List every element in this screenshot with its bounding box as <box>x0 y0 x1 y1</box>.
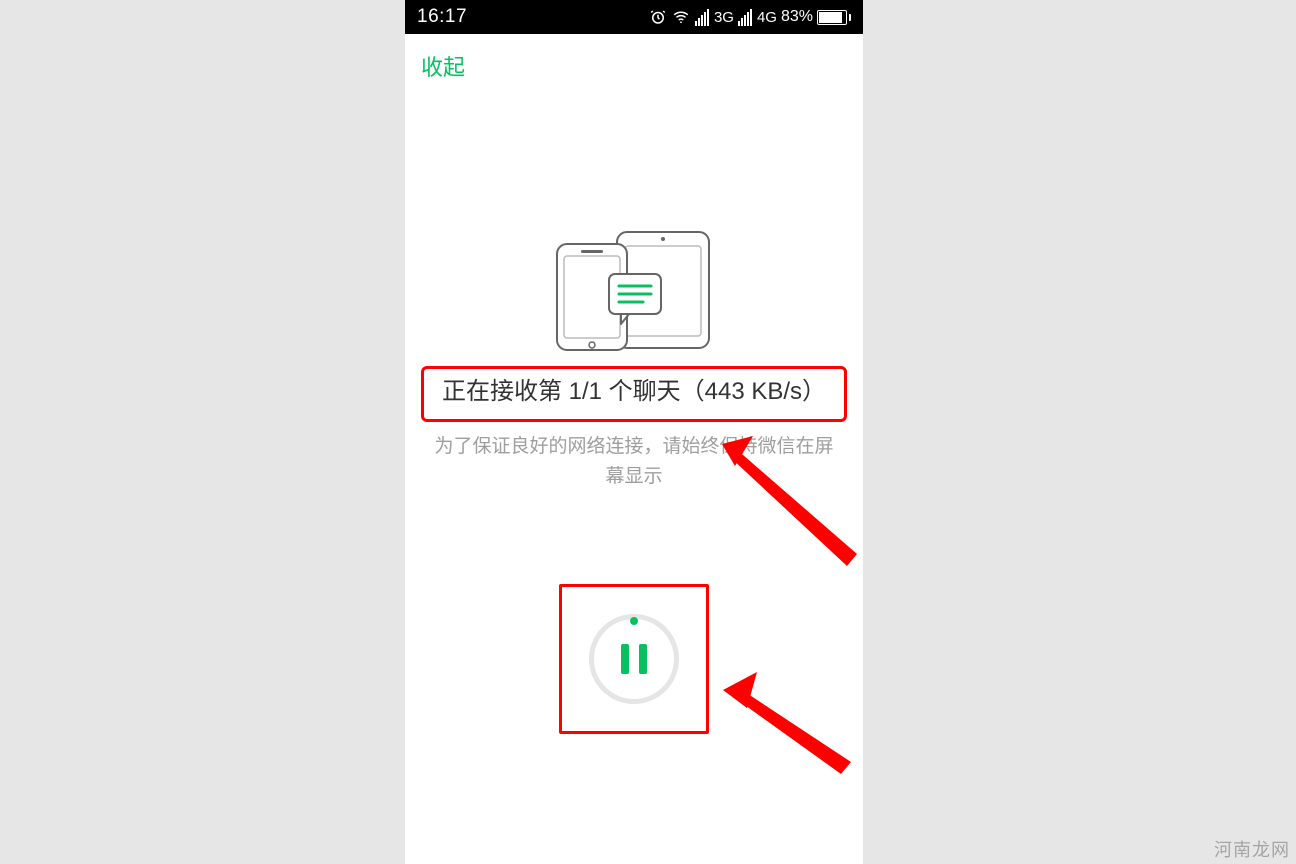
signal-3g-label: 3G <box>714 9 734 26</box>
alarm-icon <box>649 8 667 26</box>
status-bar: 16:17 3G 4G 83% <box>405 0 863 34</box>
pause-wrap <box>405 584 863 734</box>
transfer-status-text: 正在接收第 1/1 个聊天（443 KB/s） <box>432 375 836 409</box>
nav-bar: 收起 <box>405 34 863 98</box>
signal-3g-icon <box>695 9 709 26</box>
pause-button[interactable] <box>589 614 679 704</box>
phone-screen: 16:17 3G 4G 83% 收起 <box>405 0 863 864</box>
battery-percent: 83% <box>781 8 813 26</box>
status-highlight-box: 正在接收第 1/1 个聊天（443 KB/s） <box>421 366 847 422</box>
watermark-text: 河南龙网 <box>1214 836 1290 862</box>
pause-icon <box>621 644 647 674</box>
status-time: 16:17 <box>417 6 467 28</box>
signal-4g-icon <box>738 9 752 26</box>
transfer-help-text: 为了保证良好的网络连接，请始终保持微信在屏幕显示 <box>429 432 839 492</box>
collapse-button[interactable]: 收起 <box>421 50 465 82</box>
signal-4g-label: 4G <box>757 9 777 26</box>
battery-icon <box>817 10 851 25</box>
status-right: 3G 4G 83% <box>649 8 851 26</box>
pause-highlight-box <box>559 584 709 734</box>
transfer-illustration-icon <box>539 226 729 356</box>
wifi-icon <box>671 8 691 26</box>
illustration-wrap <box>405 226 863 356</box>
